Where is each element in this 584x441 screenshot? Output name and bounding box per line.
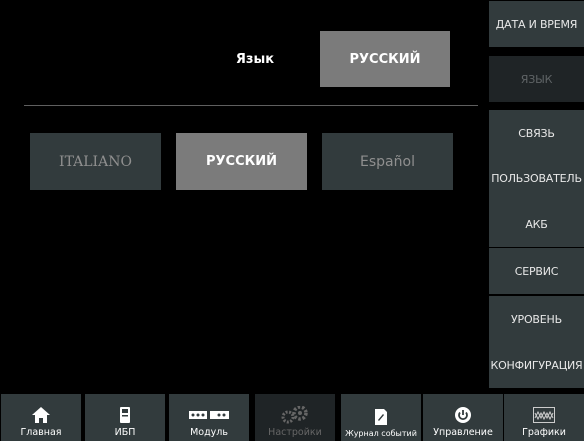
gear-icon (280, 405, 310, 425)
ups-icon (119, 405, 131, 425)
nav-control-button[interactable]: Управление (423, 394, 503, 441)
nav-settings-button[interactable]: Настройки (255, 394, 335, 441)
module-icon (189, 405, 229, 425)
menu-battery-button[interactable]: АКБ (489, 201, 584, 247)
event-log-icon (374, 407, 388, 427)
language-option-russian[interactable]: РУССКИЙ (176, 133, 307, 190)
nav-ups-button[interactable]: ИБП (85, 394, 165, 441)
current-language-display: РУССКИЙ (320, 31, 450, 87)
nav-label: Настройки (268, 427, 322, 438)
nav-label: Модуль (190, 427, 228, 438)
nav-event-log-button[interactable]: Журнал событий (341, 394, 421, 441)
menu-date-time-button[interactable]: ДАТА И ВРЕМЯ (489, 1, 584, 47)
bottom-nav: Главная ИБП Модуль Настройки Журнал собы… (0, 393, 584, 441)
home-icon (31, 405, 51, 425)
nav-label: Журнал событий (345, 429, 417, 438)
nav-label: Главная (20, 427, 62, 438)
menu-service-button[interactable]: СЕРВИС (489, 248, 584, 294)
menu-configuration-button[interactable]: КОНФИГУРАЦИЯ (489, 342, 584, 388)
language-option-italiano[interactable]: ITALIANO (30, 133, 161, 190)
nav-graphs-button[interactable]: Графики (504, 394, 584, 441)
nav-module-button[interactable]: Модуль (169, 394, 249, 441)
settings-side-menu: ДАТА И ВРЕМЯ ЯЗЫК СВЯЗЬ ПОЛЬЗОВАТЕЛЬ АКБ… (488, 0, 584, 393)
nav-label: Управление (433, 427, 493, 438)
menu-communication-button[interactable]: СВЯЗЬ (489, 110, 584, 156)
graph-icon (533, 405, 555, 425)
language-label: Язык (235, 52, 275, 67)
nav-label: Графики (522, 427, 566, 438)
menu-user-button[interactable]: ПОЛЬЗОВАТЕЛЬ (489, 155, 584, 201)
menu-level-button[interactable]: УРОВЕНЬ (489, 296, 584, 342)
divider (24, 105, 478, 106)
menu-language-button[interactable]: ЯЗЫК (489, 56, 584, 102)
nav-label: ИБП (114, 427, 136, 438)
nav-home-button[interactable]: Главная (1, 394, 81, 441)
power-icon (454, 405, 472, 425)
language-option-espanol[interactable]: Español (322, 133, 453, 190)
main-panel: Язык РУССКИЙ ITALIANO РУССКИЙ Español (0, 0, 488, 393)
